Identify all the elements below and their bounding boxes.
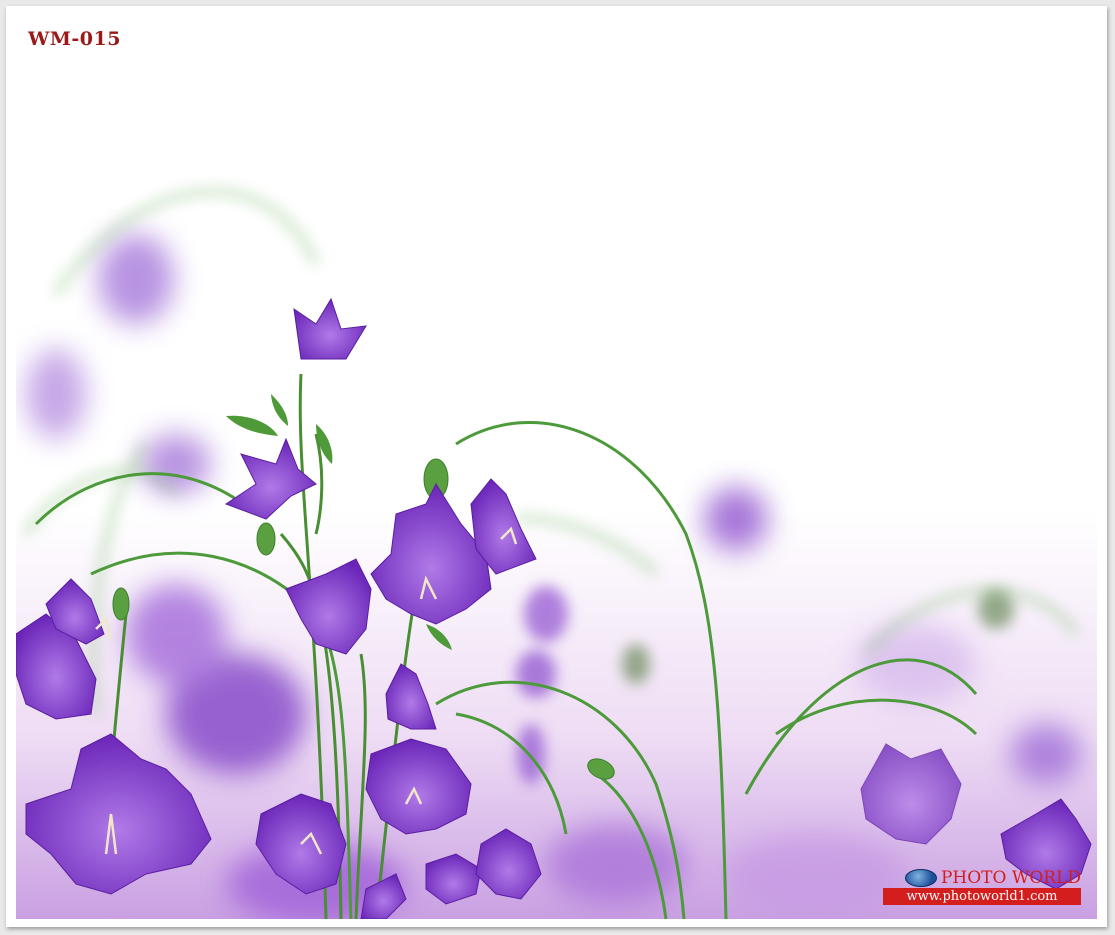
watermark-brand-row: PHOTO WORLD [883, 869, 1081, 887]
product-code: WM-015 [28, 28, 121, 50]
watermark: PHOTO WORLD www.photoworld1.com [883, 869, 1081, 905]
photo-frame: WM-015 PHOTO WORLD www.photoworld1.com [6, 6, 1107, 927]
watermark-url: www.photoworld1.com [883, 888, 1081, 905]
purple-bellflowers-image [16, 14, 1097, 919]
globe-icon [904, 869, 937, 887]
flower-photo: WM-015 PHOTO WORLD www.photoworld1.com [16, 14, 1097, 919]
watermark-brand: PHOTO WORLD [940, 868, 1081, 888]
